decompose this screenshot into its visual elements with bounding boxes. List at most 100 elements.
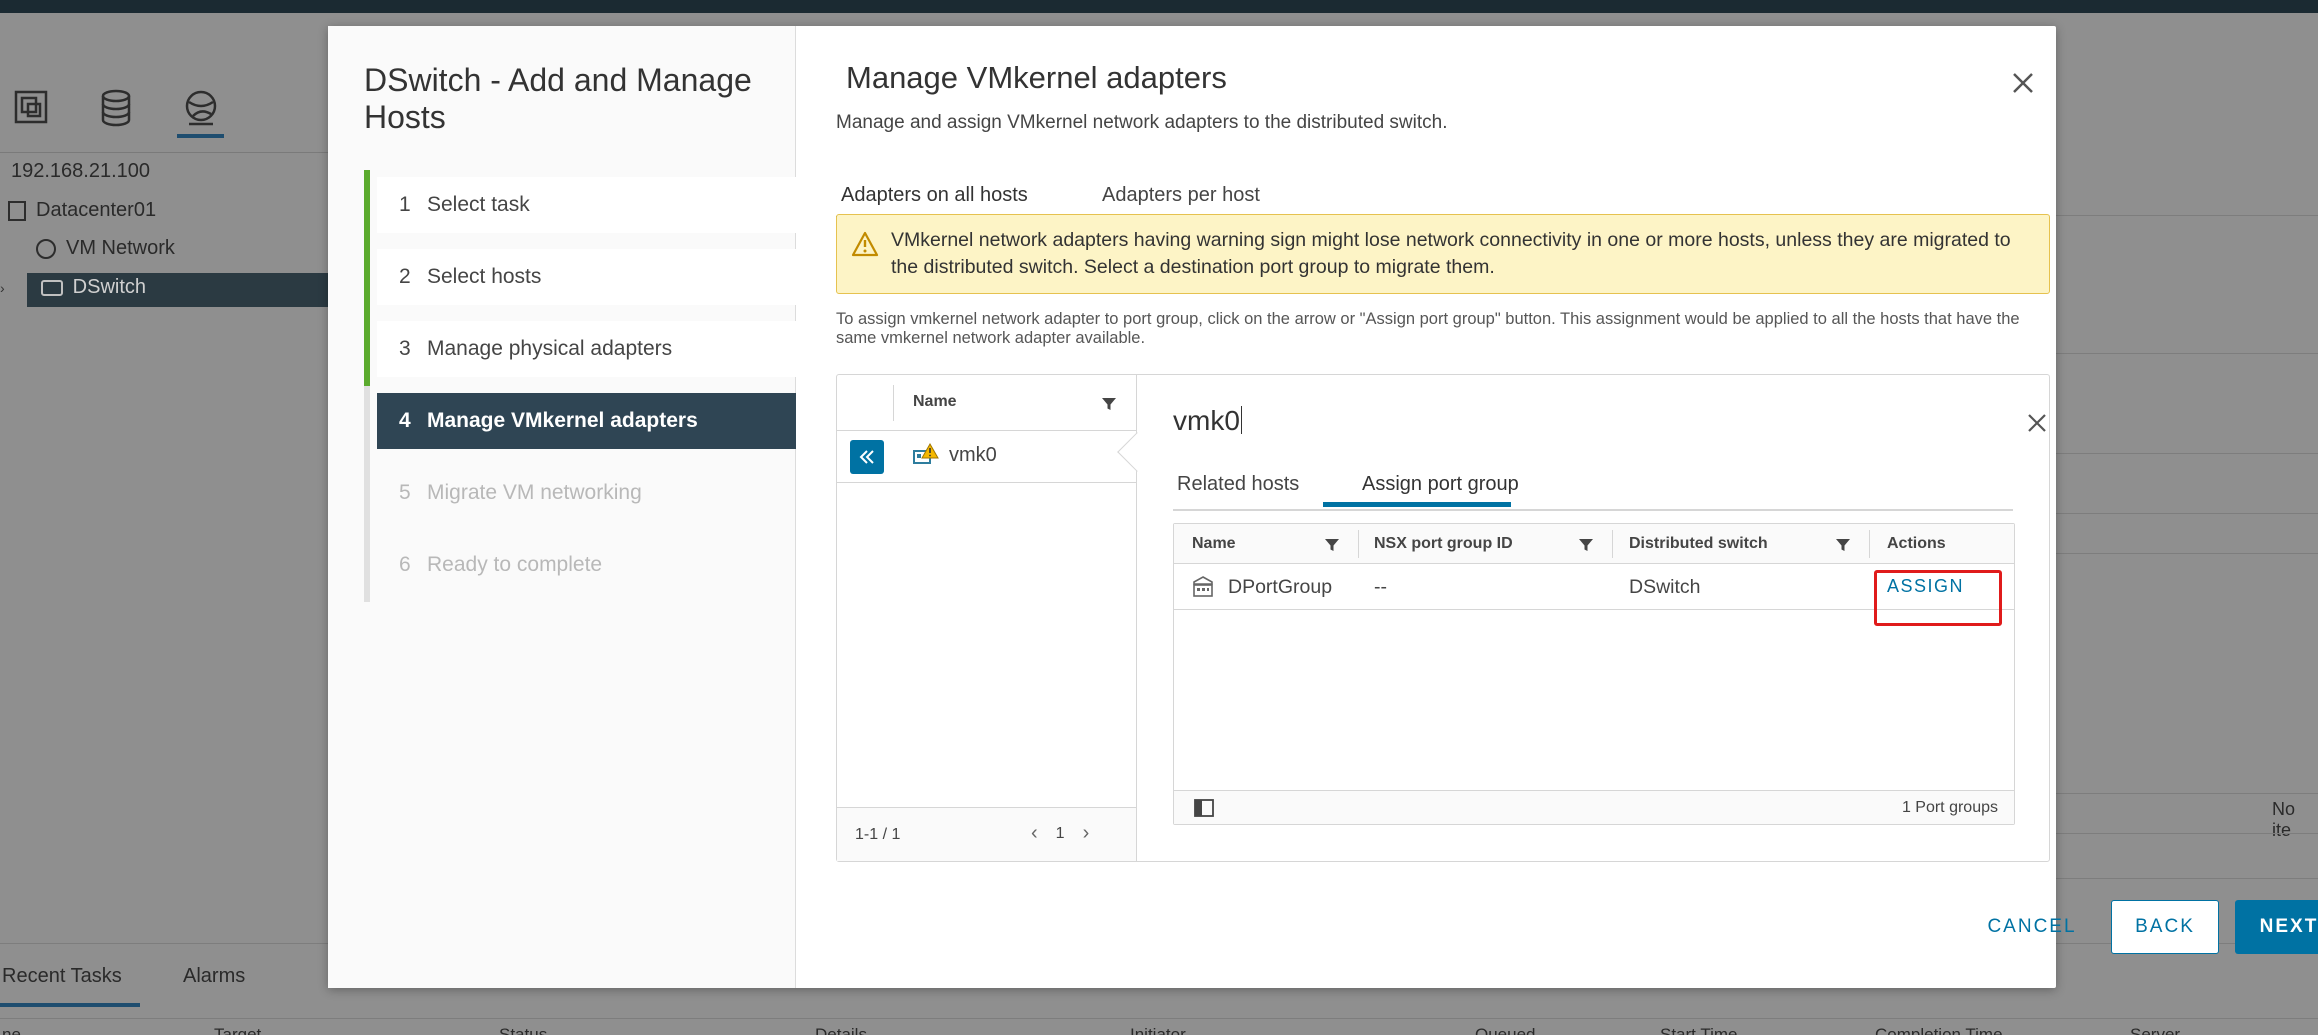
active-nav-indicator <box>177 134 224 138</box>
step-label: Ready to complete <box>427 553 603 576</box>
table-row[interactable]: DPortGroup -- DSwitch ASSIGN <box>1174 564 2014 610</box>
column-header[interactable]: Initiator <box>1130 1025 1186 1035</box>
step-label: Select hosts <box>427 265 542 288</box>
networking-icon[interactable] <box>181 88 221 128</box>
column-header[interactable]: ne <box>2 1025 21 1035</box>
column-header[interactable]: Status <box>499 1025 547 1035</box>
expand-arrow-icon[interactable]: › <box>0 280 5 296</box>
storage-icon[interactable] <box>96 88 136 128</box>
vmkernel-adapter-warning-icon <box>913 442 939 467</box>
step-migrate-vm-networking: 5 Migrate VM networking <box>364 458 796 530</box>
grid-footer: 1 Port groups <box>1174 790 2014 824</box>
back-button[interactable]: BACK <box>2111 900 2219 954</box>
filter-icon[interactable] <box>1324 537 1340 553</box>
divider <box>0 152 330 153</box>
column-header-distributed-switch[interactable]: Distributed switch <box>1629 535 1768 553</box>
tab-adapters-on-all-hosts[interactable]: Adapters on all hosts <box>841 184 1028 207</box>
app-header-bar <box>0 0 2318 13</box>
step-select-hosts[interactable]: 2 Select hosts <box>364 242 796 314</box>
next-page-icon[interactable]: › <box>1083 822 1090 845</box>
assign-link[interactable]: ASSIGN <box>1887 576 1964 597</box>
step-number: 5 <box>399 481 411 504</box>
column-separator[interactable] <box>1358 530 1359 558</box>
tree-network-label: VM Network <box>66 237 175 259</box>
tree-host[interactable]: 192.168.21.100 <box>11 160 150 183</box>
divider <box>0 1018 2318 1019</box>
divider <box>2056 215 2318 216</box>
divider <box>893 385 894 421</box>
distributed-switch-name: DSwitch <box>1629 576 1701 598</box>
column-header-name[interactable]: Name <box>1192 535 1236 553</box>
adapter-assignment-panel: Name vmk0 1-1 / 1 ‹ 1 › vmk0 Related hos… <box>836 374 2050 862</box>
collapse-detail-button[interactable] <box>850 440 884 474</box>
hosts-clusters-icon[interactable] <box>12 88 52 128</box>
step-progress-bar <box>364 458 370 530</box>
previous-page-icon[interactable]: ‹ <box>1031 822 1038 845</box>
text-cursor <box>1240 406 1242 434</box>
cancel-button[interactable]: CANCEL <box>1966 900 2098 954</box>
column-separator[interactable] <box>1612 530 1613 558</box>
tab-assign-port-group[interactable]: Assign port group <box>1362 473 1519 496</box>
close-icon[interactable] <box>2008 68 2038 98</box>
tree-dswitch[interactable]: › DSwitch <box>0 276 146 299</box>
detail-title-text: vmk0 <box>1173 405 1240 436</box>
column-header-nsx-id[interactable]: NSX port group ID <box>1374 535 1513 553</box>
column-header[interactable]: Queued <box>1475 1025 1536 1035</box>
tab-adapters-per-host[interactable]: Adapters per host <box>1102 184 1260 207</box>
tree-datacenter[interactable]: Datacenter01 <box>8 199 156 222</box>
info-text: To assign vmkernel network adapter to po… <box>836 310 2020 347</box>
adapter-count: 1-1 / 1 <box>855 826 901 843</box>
filter-icon[interactable] <box>1101 396 1117 412</box>
column-header[interactable]: Details <box>815 1025 867 1035</box>
divider <box>2056 878 2318 879</box>
tree-network[interactable]: VM Network <box>36 237 175 260</box>
step-label: Select task <box>427 193 530 216</box>
adapter-list-footer: 1-1 / 1 ‹ 1 › <box>837 807 1136 861</box>
wizard-content: Manage VMkernel adapters Manage and assi… <box>796 26 2318 988</box>
divider <box>2056 453 2318 454</box>
close-detail-icon[interactable] <box>2025 411 2049 435</box>
step-manage-physical-adapters[interactable]: 3 Manage physical adapters <box>364 314 796 386</box>
adapter-name: vmk0 <box>949 444 997 466</box>
port-group-name: DPortGroup <box>1228 576 1333 598</box>
divider <box>2056 833 2318 834</box>
step-manage-vmkernel-adapters[interactable]: 4 Manage VMkernel adapters <box>364 386 796 458</box>
step-progress-bar <box>364 530 370 602</box>
tree-dswitch-label: DSwitch <box>72 276 147 298</box>
tab-recent-tasks[interactable]: Recent Tasks <box>2 965 122 988</box>
wizard-steps-panel: DSwitch - Add and Manage Hosts 1 Select t… <box>328 26 796 988</box>
filter-icon[interactable] <box>1835 537 1851 553</box>
network-icon <box>36 238 56 259</box>
tab-alarms[interactable]: Alarms <box>183 965 245 988</box>
column-toggle-icon[interactable] <box>1194 799 1214 817</box>
divider <box>2056 353 2318 354</box>
active-tab-indicator <box>0 1003 140 1007</box>
adapter-list-header: Name <box>837 375 1137 431</box>
step-number: 2 <box>399 265 411 288</box>
divider <box>2056 793 2318 794</box>
port-group-grid: Name NSX port group ID Distributed switc… <box>1173 523 2015 825</box>
dswitch-icon <box>40 279 63 296</box>
column-header[interactable]: Server <box>2130 1025 2180 1035</box>
step-number: 6 <box>399 553 411 576</box>
detail-title: vmk0 <box>1173 405 1242 437</box>
wizard-steps: 1 Select task 2 Select hosts 3 Manage physi… <box>364 170 796 602</box>
column-header[interactable]: Target <box>214 1025 261 1035</box>
column-header-name[interactable]: Name <box>913 393 957 411</box>
add-manage-hosts-dialog: DSwitch - Add and Manage Hosts 1 Select t… <box>328 26 2318 988</box>
pagination: ‹ 1 › <box>1031 822 1089 845</box>
tab-related-hosts[interactable]: Related hosts <box>1177 473 1299 496</box>
column-header[interactable]: Completion Time <box>1875 1025 2003 1035</box>
adapter-row[interactable]: vmk0 <box>837 431 1137 483</box>
next-button[interactable]: NEXT <box>2235 900 2318 954</box>
nsx-port-group-id: -- <box>1374 576 1387 598</box>
detail-tabs: Related hosts Assign port group <box>1173 465 2013 511</box>
column-header[interactable]: Start Time <box>1660 1025 1737 1035</box>
filter-icon[interactable] <box>1578 537 1594 553</box>
step-select-task[interactable]: 1 Select task <box>364 170 796 242</box>
divider <box>2056 553 2318 554</box>
page-description: Manage and assign VMkernel network adapt… <box>836 112 1448 133</box>
step-progress-bar <box>364 242 370 314</box>
warning-alert: VMkernel network adapters having warning… <box>836 214 2050 294</box>
column-separator[interactable] <box>1869 530 1870 558</box>
